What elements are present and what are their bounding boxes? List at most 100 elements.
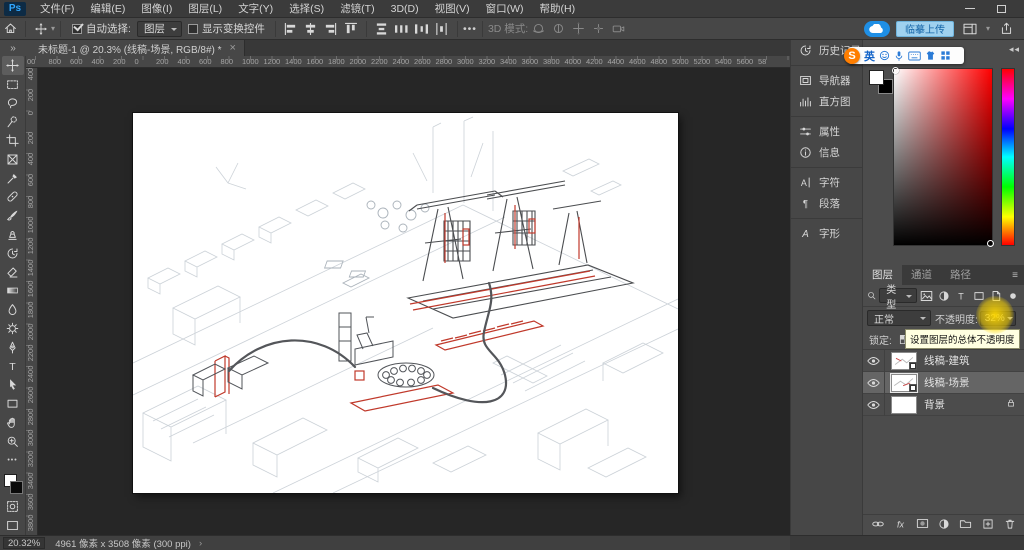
eraser-tool[interactable] xyxy=(2,263,24,282)
dock-item-properties[interactable]: 属性 xyxy=(791,121,862,142)
upload-button[interactable]: 临摹上传 xyxy=(896,21,954,37)
new-layer-icon[interactable] xyxy=(980,516,995,532)
new-group-icon[interactable] xyxy=(958,516,973,532)
hand-tool[interactable] xyxy=(2,413,24,432)
horizontal-ruler[interactable]: 0080060040020002004006008001000120014001… xyxy=(26,56,790,68)
add-mask-icon[interactable] xyxy=(915,516,930,532)
gradient-tool[interactable] xyxy=(2,282,24,301)
filter-adjustment-icon[interactable] xyxy=(937,288,951,304)
align-right-icon[interactable] xyxy=(321,20,341,38)
menu-item[interactable]: 3D(D) xyxy=(383,0,427,18)
dock-item-paragraph[interactable]: ¶ 段落 xyxy=(791,193,862,214)
clone-stamp-tool[interactable] xyxy=(2,225,24,244)
share-icon[interactable] xyxy=(996,20,1016,38)
move-tool[interactable] xyxy=(2,56,24,75)
crop-tool[interactable] xyxy=(2,131,24,150)
visibility-eye-icon[interactable] xyxy=(863,350,885,372)
layer-style-icon[interactable]: fx xyxy=(893,516,908,532)
eyedropper-tool[interactable] xyxy=(2,169,24,188)
align-center-h-icon[interactable] xyxy=(301,20,321,38)
menu-item[interactable]: 编辑(E) xyxy=(82,0,133,18)
shape-tool[interactable] xyxy=(2,394,24,413)
collapse-panels-icon[interactable]: ◂◂ xyxy=(1009,44,1020,55)
menu-item[interactable]: 窗口(W) xyxy=(478,0,532,18)
status-chevron-icon[interactable]: › xyxy=(199,538,202,549)
menu-item[interactable]: 图像(I) xyxy=(133,0,180,18)
home-icon[interactable] xyxy=(0,20,20,38)
auto-select-dropdown[interactable]: 图层 xyxy=(137,21,182,37)
workspace-icon[interactable] xyxy=(960,20,980,38)
dodge-tool[interactable] xyxy=(2,319,24,338)
visibility-eye-icon[interactable] xyxy=(863,394,885,416)
visibility-eye-icon[interactable] xyxy=(863,372,885,394)
close-tab-icon[interactable]: × xyxy=(230,42,236,54)
adjustment-layer-icon[interactable] xyxy=(937,516,952,532)
chevron-down-icon[interactable]: ▾ xyxy=(986,24,990,33)
ime-mic-icon[interactable] xyxy=(894,50,904,62)
zoom-level-field[interactable]: 20.32% xyxy=(3,537,45,549)
link-layers-icon[interactable] xyxy=(871,516,886,532)
tab-paths[interactable]: 路径 xyxy=(941,264,980,285)
color-swatches[interactable] xyxy=(3,474,23,496)
dock-item-navigator[interactable]: 导航器 xyxy=(791,70,862,91)
panel-menu-icon[interactable]: ≡ xyxy=(1012,270,1018,281)
marquee-tool[interactable] xyxy=(2,75,24,94)
vertical-ruler[interactable]: 4002000200400600800100012001400160018002… xyxy=(26,68,38,535)
menu-item[interactable]: 图层(L) xyxy=(180,0,230,18)
color-field-marker[interactable] xyxy=(987,240,994,247)
blend-mode-dropdown[interactable]: 正常 xyxy=(867,310,931,326)
frame-tool[interactable] xyxy=(2,150,24,169)
menu-item[interactable]: 文字(Y) xyxy=(230,0,281,18)
dock-item-character[interactable]: A 字符 xyxy=(791,172,862,193)
filter-image-icon[interactable] xyxy=(920,288,934,304)
blur-tool[interactable] xyxy=(2,300,24,319)
hue-slider[interactable] xyxy=(1001,68,1015,246)
distribute-h-icon[interactable] xyxy=(412,20,432,38)
color-field-marker[interactable] xyxy=(892,67,899,74)
edit-toolbar-icon[interactable]: ••• xyxy=(2,451,24,470)
opacity-field[interactable]: 32% xyxy=(980,311,1016,326)
menu-item[interactable]: 滤镜(T) xyxy=(332,0,382,18)
layer-thumbnail[interactable] xyxy=(891,396,917,414)
dock-item-histogram[interactable]: 直方图 xyxy=(791,91,862,112)
ime-mode-toggle[interactable]: 英 xyxy=(864,48,875,64)
menu-item[interactable]: 选择(S) xyxy=(281,0,332,18)
zoom-tool[interactable] xyxy=(2,432,24,451)
chevron-down-icon[interactable]: ▾ xyxy=(51,24,55,33)
show-transform-checkbox[interactable] xyxy=(188,24,198,34)
dock-item-glyphs[interactable]: A 字形 xyxy=(791,223,862,244)
menu-item[interactable]: 视图(V) xyxy=(427,0,478,18)
pasteboard[interactable] xyxy=(38,68,790,535)
ime-skin-icon[interactable] xyxy=(925,50,936,61)
background-color-swatch[interactable] xyxy=(10,481,23,494)
tab-channels[interactable]: 通道 xyxy=(902,264,941,285)
dock-item-info[interactable]: 信息 xyxy=(791,142,862,163)
lasso-tool[interactable] xyxy=(2,94,24,113)
ime-toolbox-icon[interactable] xyxy=(940,50,951,61)
pen-tool[interactable] xyxy=(2,338,24,357)
saturation-brightness-field[interactable] xyxy=(893,68,993,246)
maximize-icon[interactable] xyxy=(997,5,1006,13)
move-tool-preset-icon[interactable] xyxy=(31,20,51,38)
canvas-document[interactable] xyxy=(133,113,678,493)
healing-brush-tool[interactable] xyxy=(2,188,24,207)
more-options-icon[interactable]: ••• xyxy=(463,23,477,35)
ime-logo-icon[interactable]: S xyxy=(844,48,860,64)
layer-row[interactable]: 线稿-建筑 xyxy=(863,350,1024,372)
layer-thumbnail[interactable] xyxy=(891,352,917,370)
layer-row[interactable]: 背景 xyxy=(863,394,1024,416)
layer-row-selected[interactable]: 线稿-场景 xyxy=(863,372,1024,394)
menu-item[interactable]: 帮助(H) xyxy=(532,0,584,18)
brush-tool[interactable] xyxy=(2,206,24,225)
quick-mask-icon[interactable] xyxy=(2,497,24,516)
delete-layer-icon[interactable] xyxy=(1002,516,1017,532)
menu-item[interactable]: 文件(F) xyxy=(32,0,82,18)
filter-type-dropdown[interactable]: 类型 xyxy=(879,288,917,303)
foreground-color-swatch[interactable] xyxy=(869,70,884,85)
align-left-icon[interactable] xyxy=(281,20,301,38)
distribute-v-icon[interactable] xyxy=(372,20,392,38)
align-top-icon[interactable] xyxy=(341,20,361,38)
layer-thumbnail[interactable] xyxy=(891,374,917,392)
ime-keyboard-icon[interactable] xyxy=(908,51,921,61)
auto-select-checkbox[interactable] xyxy=(72,24,82,34)
